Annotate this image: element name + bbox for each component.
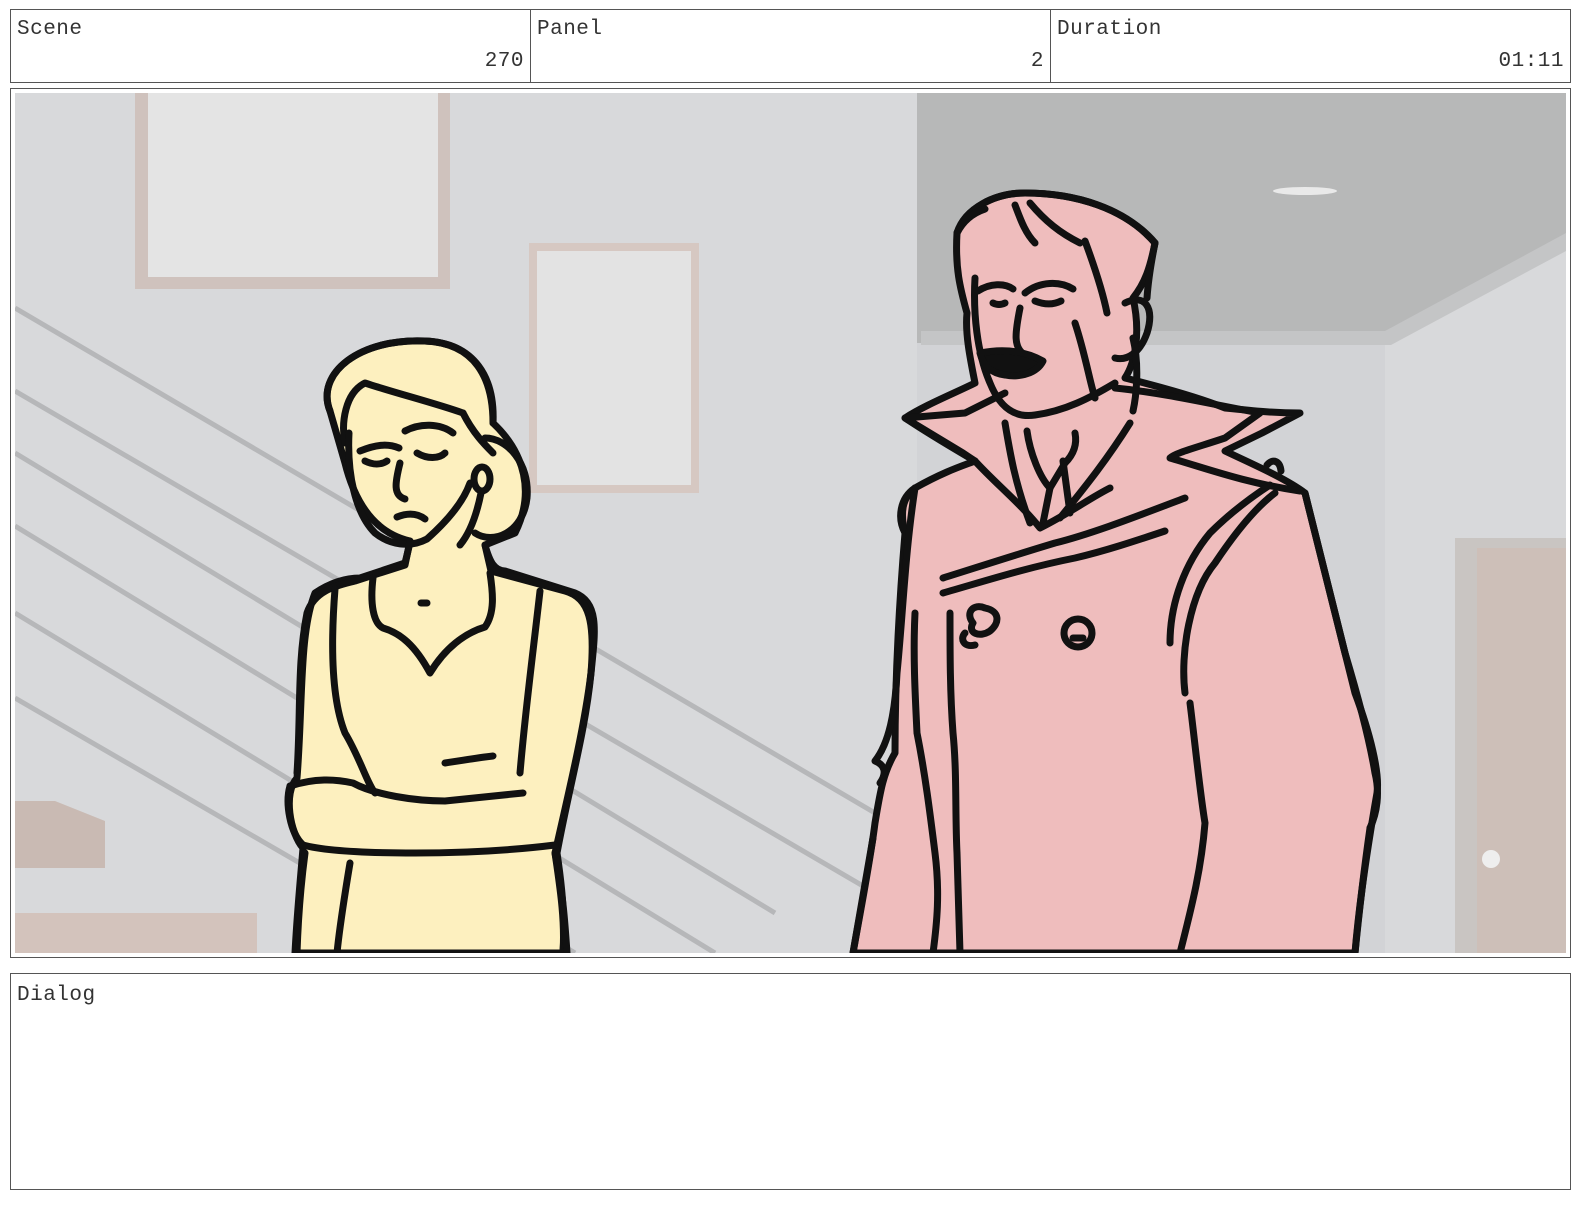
bench <box>15 913 257 953</box>
door <box>1477 548 1566 953</box>
scene-number: 270 <box>484 50 524 73</box>
panel-number: 2 <box>1030 50 1044 73</box>
scene-cell: Scene 270 <box>11 10 531 82</box>
dialog-label: Dialog <box>17 984 96 1007</box>
panel-label: Panel <box>537 18 603 41</box>
scene-label: Scene <box>17 18 83 41</box>
duration-value: 01:11 <box>1498 50 1564 73</box>
dialog-box: Dialog <box>10 973 1571 1190</box>
storyboard-panel-frame <box>10 88 1571 958</box>
ceiling-light <box>1273 187 1337 195</box>
duration-label: Duration <box>1057 18 1162 41</box>
panel-info-header: Scene 270 Panel 2 Duration 01:11 <box>10 9 1571 83</box>
door-knob <box>1482 850 1500 868</box>
panel-cell: Panel 2 <box>531 10 1051 82</box>
storyboard-sketch <box>15 93 1566 953</box>
duration-cell: Duration 01:11 <box>1051 10 1570 82</box>
